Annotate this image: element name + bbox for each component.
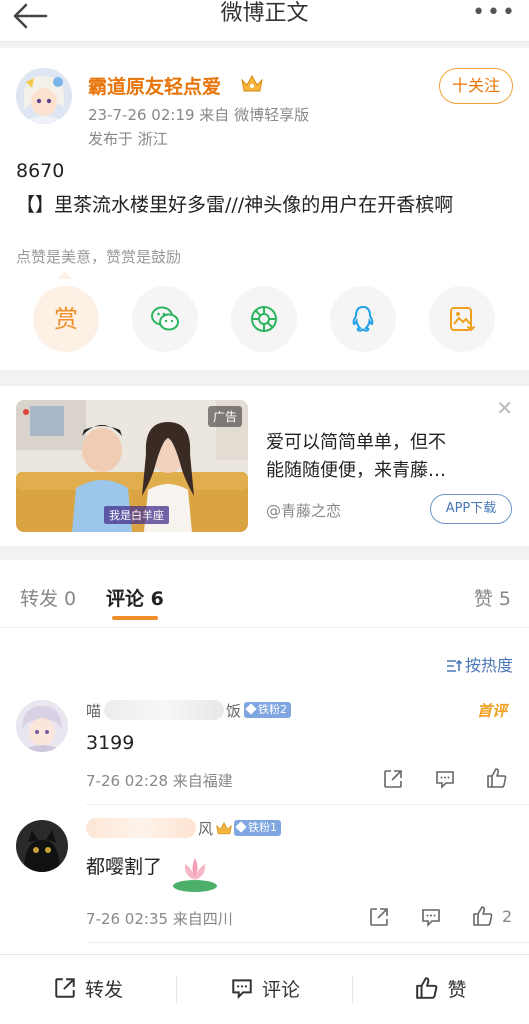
- tab-repost[interactable]: 转发 0: [20, 584, 76, 611]
- reward-icon: 赏: [54, 305, 78, 333]
- post-text-line: 8670: [16, 160, 65, 182]
- page-title: 微博正文: [220, 1, 309, 26]
- repost-icon: [55, 978, 75, 998]
- ad-text-line: 能随随便便，来青藤…: [266, 460, 446, 481]
- like-icon[interactable]: [486, 767, 508, 789]
- post-card: 霸道原友轻点爱 23-7-26 02:19 来自 微博轻享版 发布于 浙江 十关…: [0, 48, 529, 370]
- ad-text-line: 爱可以简简单单，但不: [266, 432, 446, 453]
- comment-meta: 7-26 02:28 来自福建: [86, 772, 233, 790]
- ad-card[interactable]: 广告 我是白羊座 ✕ 爱可以简简单单，但不 能随随便便，来青藤… @青藤之恋 A…: [0, 386, 529, 546]
- post-location: 发布于 浙江: [88, 130, 168, 148]
- comment-divider: [86, 804, 529, 805]
- follow-button[interactable]: 十关注: [439, 68, 513, 104]
- comment-icon: [232, 979, 252, 1000]
- app-download-button[interactable]: APP下载: [430, 494, 512, 524]
- like-count: 2: [502, 907, 513, 926]
- redacted-name: [86, 818, 196, 838]
- wechat-icon: [151, 306, 179, 331]
- sort-button[interactable]: 按热度: [446, 652, 513, 676]
- more-options-icon[interactable]: •••: [472, 2, 517, 24]
- first-comment-badge: 首评: [476, 702, 507, 720]
- ad-source[interactable]: @青藤之恋: [266, 500, 341, 521]
- author-name[interactable]: 霸道原友轻点爱: [88, 72, 221, 99]
- tab-comment[interactable]: 评论 6: [106, 584, 164, 611]
- comment-icon[interactable]: [420, 906, 442, 928]
- ad-caption: 我是白羊座: [104, 506, 169, 524]
- save-image-button[interactable]: [429, 286, 495, 352]
- moments-icon: [251, 306, 277, 332]
- comment-list: 按热度 喵 饭 铁粉2 首评 3199 7-26 02:28 来自福建 风 铁粉…: [0, 628, 529, 954]
- reward-tip: 点赞是美意，赞赏是鼓励: [16, 248, 182, 266]
- like-button[interactable]: 赞: [353, 955, 529, 1024]
- repost-icon[interactable]: [382, 768, 404, 790]
- sort-icon: [446, 659, 462, 672]
- comment-meta: 7-26 02:35 来自四川: [86, 910, 233, 928]
- crown-badge-icon: [241, 74, 263, 92]
- like-icon[interactable]: [472, 905, 494, 927]
- comment-button[interactable]: 评论: [177, 955, 353, 1024]
- like-icon: [416, 977, 438, 999]
- fan-badge: 铁粉1: [234, 820, 281, 836]
- repost-label: 转发: [84, 979, 123, 1001]
- comment-icon[interactable]: [434, 768, 456, 790]
- sort-label: 按热度: [464, 656, 513, 675]
- commenter-name-end: 饭: [226, 702, 242, 720]
- repost-icon[interactable]: [368, 906, 390, 928]
- like-label: 赞: [447, 979, 467, 1001]
- qq-share-button[interactable]: [330, 286, 396, 352]
- comment-text: 3199: [86, 732, 135, 754]
- qq-icon: [352, 305, 374, 332]
- reward-button[interactable]: 赏: [33, 286, 99, 352]
- repost-button[interactable]: 转发: [0, 955, 176, 1024]
- tab-like[interactable]: 赞 5: [474, 584, 511, 611]
- commenter-name-end[interactable]: 风: [198, 818, 213, 839]
- ad-tag: 广告: [207, 406, 242, 427]
- comment-divider: [86, 942, 529, 943]
- close-icon[interactable]: ✕: [496, 398, 513, 418]
- post-meta: 23-7-26 02:19 来自 微博轻享版: [88, 106, 310, 124]
- interaction-tabs: 转发 0 评论 6 赞 5: [0, 560, 529, 628]
- active-tab-indicator: [112, 616, 158, 620]
- ad-image[interactable]: 广告 我是白羊座: [16, 400, 248, 532]
- tip-pointer: [58, 272, 72, 279]
- fan-badge: 铁粉2: [244, 702, 291, 718]
- moments-share-button[interactable]: [231, 286, 297, 352]
- author-avatar[interactable]: [16, 68, 72, 124]
- save-image-icon: [450, 307, 476, 332]
- lotus-emoji-icon: [173, 858, 217, 892]
- top-bar: 微博正文 •••: [0, 0, 529, 42]
- wechat-share-button[interactable]: [132, 286, 198, 352]
- post-text-line: 【】里茶流水楼里好多雷///神头像的用户在开香槟啊: [16, 194, 454, 216]
- commenter-name[interactable]: 喵: [86, 700, 101, 721]
- comment-label: 评论: [261, 979, 300, 1001]
- commenter-avatar[interactable]: [16, 700, 68, 752]
- commenter-avatar[interactable]: [16, 820, 68, 872]
- comment-text: 都嘤割了: [86, 856, 163, 878]
- crown-badge-icon: [216, 822, 232, 835]
- bottom-action-bar: 转发 评论 赞: [0, 954, 529, 1024]
- redacted-name: [104, 700, 224, 720]
